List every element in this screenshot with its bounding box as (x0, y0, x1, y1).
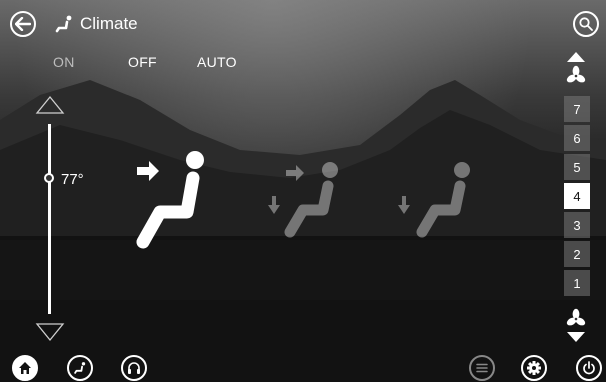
menu-icon (476, 363, 488, 373)
menu-button[interactable] (469, 355, 495, 381)
fan-speed-7[interactable]: 7 (564, 96, 590, 122)
mode-on-button[interactable]: ON (53, 54, 75, 70)
fan-speed-1[interactable]: 1 (564, 270, 590, 296)
fan-speed-5[interactable]: 5 (564, 154, 590, 180)
search-icon (579, 17, 593, 31)
back-button[interactable] (10, 11, 36, 37)
headphones-icon (128, 362, 140, 374)
fan-up-icon[interactable] (564, 52, 588, 90)
power-icon (583, 361, 595, 375)
gear-icon (527, 361, 541, 375)
temperature-down-icon[interactable] (35, 322, 65, 342)
climate-seat-icon (55, 15, 72, 33)
climate-button[interactable] (67, 355, 93, 381)
feet-airflow-arrow-icon (398, 196, 410, 214)
home-button[interactable] (12, 355, 38, 381)
face-airflow-arrow-icon (286, 165, 304, 181)
temperature-slider-handle[interactable] (44, 173, 54, 183)
power-button[interactable] (576, 355, 602, 381)
feet-airflow-arrow-icon (268, 196, 280, 214)
fan-down-icon[interactable] (564, 306, 588, 344)
back-arrow-icon (15, 17, 31, 31)
rear-seat-airflow[interactable] (398, 158, 478, 238)
mode-auto-button[interactable]: AUTO (197, 54, 237, 70)
page-title: Climate (80, 14, 138, 33)
temperature-slider-track[interactable] (48, 124, 51, 314)
face-airflow-arrow-icon (137, 161, 159, 181)
fan-speed-6[interactable]: 6 (564, 125, 590, 151)
settings-button[interactable] (521, 355, 547, 381)
fan-speed-4[interactable]: 4 (564, 183, 590, 209)
search-button[interactable] (573, 11, 599, 37)
home-icon (19, 362, 31, 374)
climate-screen: Climate ON OFF AUTO 77° 7 6 5 4 3 2 1 (0, 0, 606, 382)
temperature-value: 77° (61, 171, 84, 188)
climate-icon (74, 362, 86, 374)
fan-speed-3[interactable]: 3 (564, 212, 590, 238)
temperature-up-icon[interactable] (35, 95, 65, 115)
driver-seat-airflow[interactable] (135, 150, 215, 250)
passenger-seat-airflow[interactable] (268, 158, 348, 238)
audio-button[interactable] (121, 355, 147, 381)
fan-speed-list: 7 6 5 4 3 2 1 (564, 96, 590, 299)
fan-speed-2[interactable]: 2 (564, 241, 590, 267)
mode-off-button[interactable]: OFF (128, 54, 157, 70)
